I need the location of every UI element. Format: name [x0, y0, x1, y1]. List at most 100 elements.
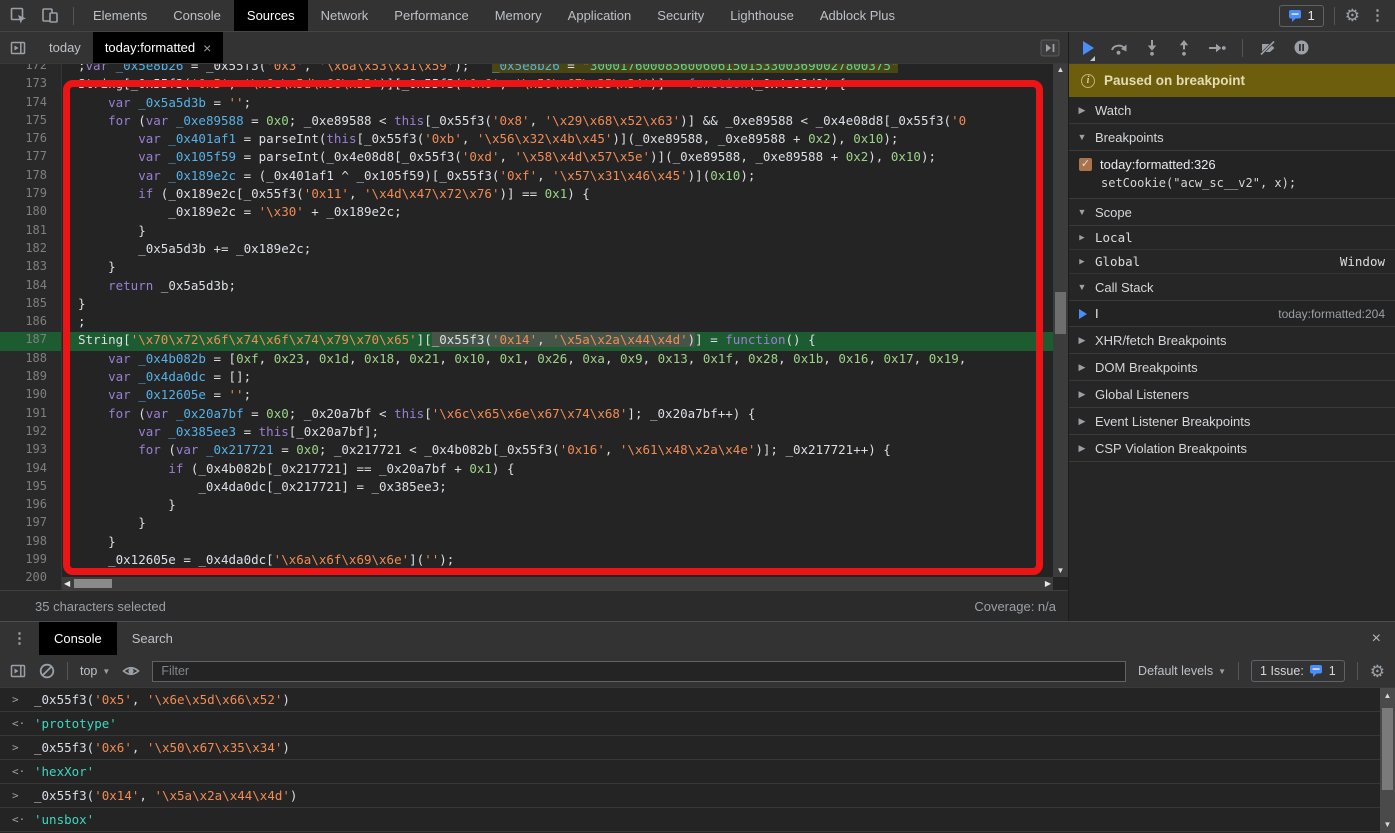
chevron-down-icon[interactable]: ▼: [1077, 207, 1087, 217]
console-input-row[interactable]: >_0x55f3('0x5', '\x6e\x5d\x66\x52'): [0, 688, 1395, 712]
chevron-right-icon[interactable]: ▶: [1077, 389, 1087, 400]
code-line[interactable]: for (var _0x217721 = 0x0; _0x217721 < _0…: [63, 442, 1053, 460]
sidebar-section-watch[interactable]: ▶Watch: [1069, 97, 1395, 124]
code-line[interactable]: var _0x189e2c = (_0x401af1 ^ _0x105f59)[…: [63, 168, 1053, 186]
chevron-right-icon[interactable]: ▶: [1077, 443, 1087, 454]
sidebar-section-scope[interactable]: ▼Scope: [1069, 199, 1395, 226]
device-toolbar-icon[interactable]: [41, 7, 59, 24]
scrollbar-thumb[interactable]: [1055, 292, 1066, 334]
line-number[interactable]: 178: [0, 168, 61, 186]
panel-tab-memory[interactable]: Memory: [482, 0, 555, 31]
panel-tab-network[interactable]: Network: [308, 0, 382, 31]
line-number[interactable]: 179: [0, 186, 61, 204]
line-number[interactable]: 172: [0, 64, 61, 76]
step-button[interactable]: [1208, 40, 1226, 56]
sidebar-section-breakpoints[interactable]: ▼Breakpoints: [1069, 124, 1395, 151]
panel-tab-adblock-plus[interactable]: Adblock Plus: [807, 0, 908, 31]
line-number[interactable]: 186: [0, 314, 61, 332]
panel-tab-application[interactable]: Application: [555, 0, 645, 31]
scroll-down-icon[interactable]: ▼: [1380, 819, 1395, 831]
code-line[interactable]: if (_0x4b082b[_0x217721] == _0x20a7bf + …: [63, 461, 1053, 479]
line-number[interactable]: 175: [0, 113, 61, 131]
line-number[interactable]: 190: [0, 387, 61, 405]
show-navigator-icon[interactable]: [0, 40, 37, 56]
line-number[interactable]: 193: [0, 442, 61, 460]
close-tab-icon[interactable]: ×: [203, 40, 211, 56]
code-editor[interactable]: 1721731741751761771781791801811821831841…: [0, 64, 1068, 590]
sidebar-section-call-stack[interactable]: ▼Call Stack: [1069, 274, 1395, 301]
panel-tab-performance[interactable]: Performance: [381, 0, 481, 31]
chevron-right-icon[interactable]: ▶: [1077, 416, 1087, 427]
live-expression-eye-icon[interactable]: [122, 664, 140, 678]
code-line[interactable]: var _0x401af1 = parseInt(this[_0x55f3('0…: [63, 131, 1053, 149]
scroll-up-icon[interactable]: ▲: [1380, 690, 1395, 702]
code-line[interactable]: }: [63, 259, 1053, 277]
code-line[interactable]: _0x189e2c = '\x30' + _0x189e2c;: [63, 204, 1053, 222]
line-number[interactable]: 176: [0, 131, 61, 149]
sidebar-section-csp-violation-breakpoints[interactable]: ▶CSP Violation Breakpoints: [1069, 435, 1395, 462]
scroll-right-icon[interactable]: ▶: [1045, 577, 1051, 590]
close-drawer-icon[interactable]: ×: [1372, 630, 1395, 648]
settings-gear-icon[interactable]: ⚙: [1345, 7, 1360, 24]
code-line[interactable]: var _0x4da0dc = [];: [63, 369, 1053, 387]
line-number[interactable]: 192: [0, 424, 61, 442]
step-out-button[interactable]: [1176, 39, 1192, 56]
code-line[interactable]: String['\x70\x72\x6f\x74\x6f\x74\x79\x70…: [63, 332, 1053, 350]
scroll-up-icon[interactable]: ▲: [1053, 64, 1068, 76]
scrollbar-thumb[interactable]: [1382, 708, 1393, 790]
line-number[interactable]: 188: [0, 351, 61, 369]
chevron-right-icon[interactable]: ▶: [1077, 105, 1087, 116]
show-console-sidebar-icon[interactable]: [10, 663, 27, 679]
editor-horizontal-scrollbar[interactable]: ◀ ▶: [62, 577, 1053, 590]
console-filter-input[interactable]: [152, 661, 1126, 682]
panel-tab-elements[interactable]: Elements: [80, 0, 160, 31]
line-number[interactable]: 197: [0, 515, 61, 533]
chevron-right-icon[interactable]: ▶: [1077, 362, 1087, 373]
inspect-element-icon[interactable]: [10, 7, 27, 24]
panel-tab-console[interactable]: Console: [160, 0, 234, 31]
line-number[interactable]: 185: [0, 296, 61, 314]
console-input-row[interactable]: >_0x55f3('0x14', '\x5a\x2a\x44\x4d'): [0, 784, 1395, 808]
chevron-down-icon[interactable]: ▼: [1077, 282, 1087, 292]
line-number[interactable]: 194: [0, 461, 61, 479]
code-line[interactable]: }: [63, 515, 1053, 533]
focus-debuggee-icon[interactable]: [1040, 39, 1068, 57]
panel-tab-security[interactable]: Security: [644, 0, 717, 31]
panel-tab-sources[interactable]: Sources: [234, 0, 308, 31]
line-number[interactable]: 181: [0, 223, 61, 241]
code-line[interactable]: _0x12605e = _0x4da0dc['\x6a\x6f\x69\x6e'…: [63, 552, 1053, 570]
breakpoint-entry[interactable]: ✓today:formatted:326setCookie("acw_sc__v…: [1069, 151, 1395, 199]
code-line[interactable]: var _0x4b082b = [0xf, 0x23, 0x1d, 0x18, …: [63, 351, 1053, 369]
line-number[interactable]: 187: [0, 332, 61, 350]
console-result-row[interactable]: <·'hexXor': [0, 760, 1395, 784]
line-number[interactable]: 183: [0, 259, 61, 277]
resume-script-button[interactable]: [1083, 41, 1094, 55]
code-line[interactable]: }: [63, 223, 1053, 241]
line-number[interactable]: 191: [0, 406, 61, 424]
issues-button[interactable]: 1 Issue: 1: [1251, 660, 1345, 682]
code-line[interactable]: var _0x385ee3 = this[_0x20a7bf];: [63, 424, 1053, 442]
chevron-right-icon[interactable]: ▶: [1077, 257, 1087, 267]
default-levels-dropdown[interactable]: Default levels ▼: [1138, 664, 1226, 678]
code-line[interactable]: return _0x5a5d3b;: [63, 278, 1053, 296]
line-number[interactable]: 200: [0, 570, 61, 588]
file-tab-today-formatted[interactable]: today:formatted×: [93, 32, 224, 63]
line-number[interactable]: 177: [0, 149, 61, 167]
code-line[interactable]: [63, 570, 1053, 577]
console-settings-icon[interactable]: ⚙: [1370, 663, 1385, 680]
sidebar-section-global-listeners[interactable]: ▶Global Listeners: [1069, 381, 1395, 408]
code-line[interactable]: if (_0x189e2c[_0x55f3('0x11', '\x4d\x47\…: [63, 186, 1053, 204]
line-number[interactable]: 184: [0, 278, 61, 296]
line-number[interactable]: 199: [0, 552, 61, 570]
step-over-button[interactable]: [1110, 40, 1128, 56]
editor-vertical-scrollbar[interactable]: ▲ ▼: [1053, 64, 1068, 577]
line-number[interactable]: 198: [0, 534, 61, 552]
code-line[interactable]: _0x5a5d3b += _0x189e2c;: [63, 241, 1053, 259]
deactivate-breakpoints-button[interactable]: [1259, 40, 1277, 56]
panel-tab-lighthouse[interactable]: Lighthouse: [717, 0, 807, 31]
kebab-menu-icon[interactable]: ⋮: [1370, 8, 1385, 23]
scope-item-local[interactable]: ▶Local: [1069, 226, 1395, 250]
frame-location[interactable]: today:formatted:204: [1278, 307, 1385, 321]
sidebar-section-event-listener-breakpoints[interactable]: ▶Event Listener Breakpoints: [1069, 408, 1395, 435]
line-number[interactable]: 195: [0, 479, 61, 497]
